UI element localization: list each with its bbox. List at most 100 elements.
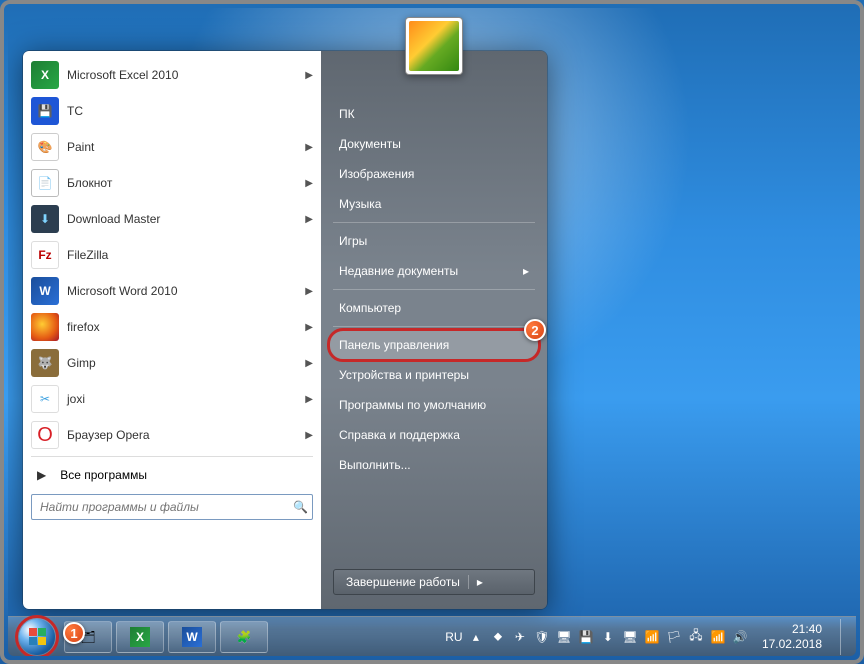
user-avatar[interactable] <box>405 17 463 75</box>
right-menu-item[interactable]: ПК <box>329 99 539 129</box>
program-label: Браузер Opera <box>67 428 305 442</box>
program-item[interactable]: 📄Блокнот▶ <box>25 165 319 201</box>
windows-flag-icon <box>29 628 46 645</box>
right-item-label: Недавние документы <box>339 264 458 278</box>
right-menu-item[interactable]: Компьютер <box>329 293 539 323</box>
tray-up-icon[interactable]: ▴ <box>468 629 484 645</box>
avatar-image <box>409 21 459 71</box>
start-menu-right: ПКДокументыИзображенияМузыкаИгрыНедавние… <box>321 51 547 609</box>
right-menu-item[interactable]: Игры <box>329 226 539 256</box>
submenu-arrow-icon: ▶ <box>305 214 313 225</box>
right-menu-item[interactable]: Справка и поддержка <box>329 420 539 450</box>
system-tray: RU ▴ ⬥ ✈ 🛡 🖥 💾 ⬇ 🖥 📶 🏳 🖧 📶 🔊 21:40 17.02… <box>446 619 850 655</box>
arrow-right-icon: ▶ <box>37 468 46 482</box>
program-item[interactable]: OБраузер Opera▶ <box>25 417 319 453</box>
right-item-label: Устройства и принтеры <box>339 368 469 382</box>
right-menu-item[interactable]: Музыка <box>329 189 539 219</box>
submenu-arrow-icon: ▶ <box>305 286 313 297</box>
program-icon <box>31 313 59 341</box>
search-icon: 🔍 <box>293 500 308 514</box>
taskbar: 🗂 X W 🧩 RU ▴ ⬥ ✈ 🛡 🖥 💾 ⬇ 🖥 📶 🏳 🖧 📶 🔊 21:… <box>8 616 856 656</box>
search-wrap: 🔍 <box>25 490 319 522</box>
search-box[interactable]: 🔍 <box>31 494 313 520</box>
right-menu-item[interactable]: Устройства и принтеры <box>329 360 539 390</box>
clock-time: 21:40 <box>762 622 822 636</box>
shutdown-area: Завершение работы ▸ <box>329 563 539 601</box>
tray-icon[interactable]: 💾 <box>578 629 594 645</box>
taskbar-app-excel[interactable]: X <box>116 621 164 653</box>
right-menu-item[interactable]: Документы <box>329 129 539 159</box>
start-menu-left: XMicrosoft Excel 2010▶💾TC🎨Paint▶📄Блокнот… <box>23 51 321 609</box>
submenu-arrow-icon: ▶ <box>305 322 313 333</box>
program-label: Gimp <box>67 356 305 370</box>
shutdown-menu-arrow-icon[interactable]: ▸ <box>468 575 483 589</box>
annotation-callout-1: 1 <box>63 622 85 644</box>
right-item-label: Музыка <box>339 197 381 211</box>
volume-icon[interactable]: 🔊 <box>732 629 748 645</box>
start-orb-icon <box>19 619 55 655</box>
tray-icon[interactable]: ⬇ <box>600 629 616 645</box>
right-item-label: Панель управления <box>339 338 449 352</box>
tray-icon[interactable]: ⬥ <box>490 629 506 645</box>
language-indicator[interactable]: RU <box>446 629 462 645</box>
submenu-arrow-icon: ▶ <box>305 142 313 153</box>
program-label: FileZilla <box>67 248 313 262</box>
program-icon: W <box>31 277 59 305</box>
program-icon: Fz <box>31 241 59 269</box>
program-item[interactable]: XMicrosoft Excel 2010▶ <box>25 57 319 93</box>
right-menu-item[interactable]: Изображения <box>329 159 539 189</box>
separator <box>31 456 313 457</box>
program-icon: X <box>31 61 59 89</box>
submenu-arrow-icon: ▶ <box>305 178 313 189</box>
search-input[interactable] <box>36 500 293 514</box>
start-button[interactable] <box>14 617 60 657</box>
network-icon[interactable]: 🖧 <box>688 629 704 645</box>
clock-date: 17.02.2018 <box>762 637 822 651</box>
program-label: Microsoft Word 2010 <box>67 284 305 298</box>
show-desktop-button[interactable] <box>840 619 850 655</box>
tray-icon[interactable]: 📶 <box>644 629 660 645</box>
program-icon: ✂ <box>31 385 59 413</box>
all-programs-label: Все программы <box>60 468 147 482</box>
program-item[interactable]: firefox▶ <box>25 309 319 345</box>
program-label: Paint <box>67 140 305 154</box>
program-item[interactable]: Fz FileZilla <box>25 237 319 273</box>
network-signal-icon[interactable]: 📶 <box>710 629 726 645</box>
right-menu-item[interactable]: Панель управления <box>329 330 539 360</box>
program-icon: 📄 <box>31 169 59 197</box>
tray-icon[interactable]: 🛡 <box>534 629 550 645</box>
program-label: TC <box>67 104 313 118</box>
separator <box>333 289 535 290</box>
right-item-label: Документы <box>339 137 401 151</box>
shutdown-label: Завершение работы <box>346 575 460 589</box>
start-menu: XMicrosoft Excel 2010▶💾TC🎨Paint▶📄Блокнот… <box>22 50 548 610</box>
clock[interactable]: 21:40 17.02.2018 <box>754 622 830 651</box>
all-programs[interactable]: ▶ Все программы <box>25 460 319 490</box>
program-label: joxi <box>67 392 305 406</box>
program-item[interactable]: 🎨Paint▶ <box>25 129 319 165</box>
right-item-label: Изображения <box>339 167 414 181</box>
right-item-label: Выполнить... <box>339 458 411 472</box>
shutdown-button[interactable]: Завершение работы ▸ <box>333 569 535 595</box>
action-center-icon[interactable]: 🏳 <box>666 629 682 645</box>
separator <box>333 326 535 327</box>
program-item[interactable]: W Microsoft Word 2010▶ <box>25 273 319 309</box>
tray-icon[interactable]: ✈ <box>512 629 528 645</box>
right-item-label: ПК <box>339 107 355 121</box>
program-item[interactable]: ⬇Download Master▶ <box>25 201 319 237</box>
tray-icon[interactable]: 🖥 <box>556 629 572 645</box>
right-menu-item[interactable]: Выполнить... <box>329 450 539 480</box>
program-icon: ⬇ <box>31 205 59 233</box>
program-item[interactable]: 🐺Gimp▶ <box>25 345 319 381</box>
right-item-label: Программы по умолчанию <box>339 398 486 412</box>
right-menu-item[interactable]: Программы по умолчанию <box>329 390 539 420</box>
tray-icon[interactable]: 🖥 <box>622 629 638 645</box>
annotation-callout-2: 2 <box>524 319 546 341</box>
submenu-arrow-icon: ▶ <box>305 358 313 369</box>
program-item[interactable]: ✂joxi▶ <box>25 381 319 417</box>
taskbar-app-word[interactable]: W <box>168 621 216 653</box>
program-icon: O <box>31 421 59 449</box>
right-menu-item[interactable]: Недавние документы▸ <box>329 256 539 286</box>
program-item[interactable]: 💾TC <box>25 93 319 129</box>
taskbar-app-generic[interactable]: 🧩 <box>220 621 268 653</box>
